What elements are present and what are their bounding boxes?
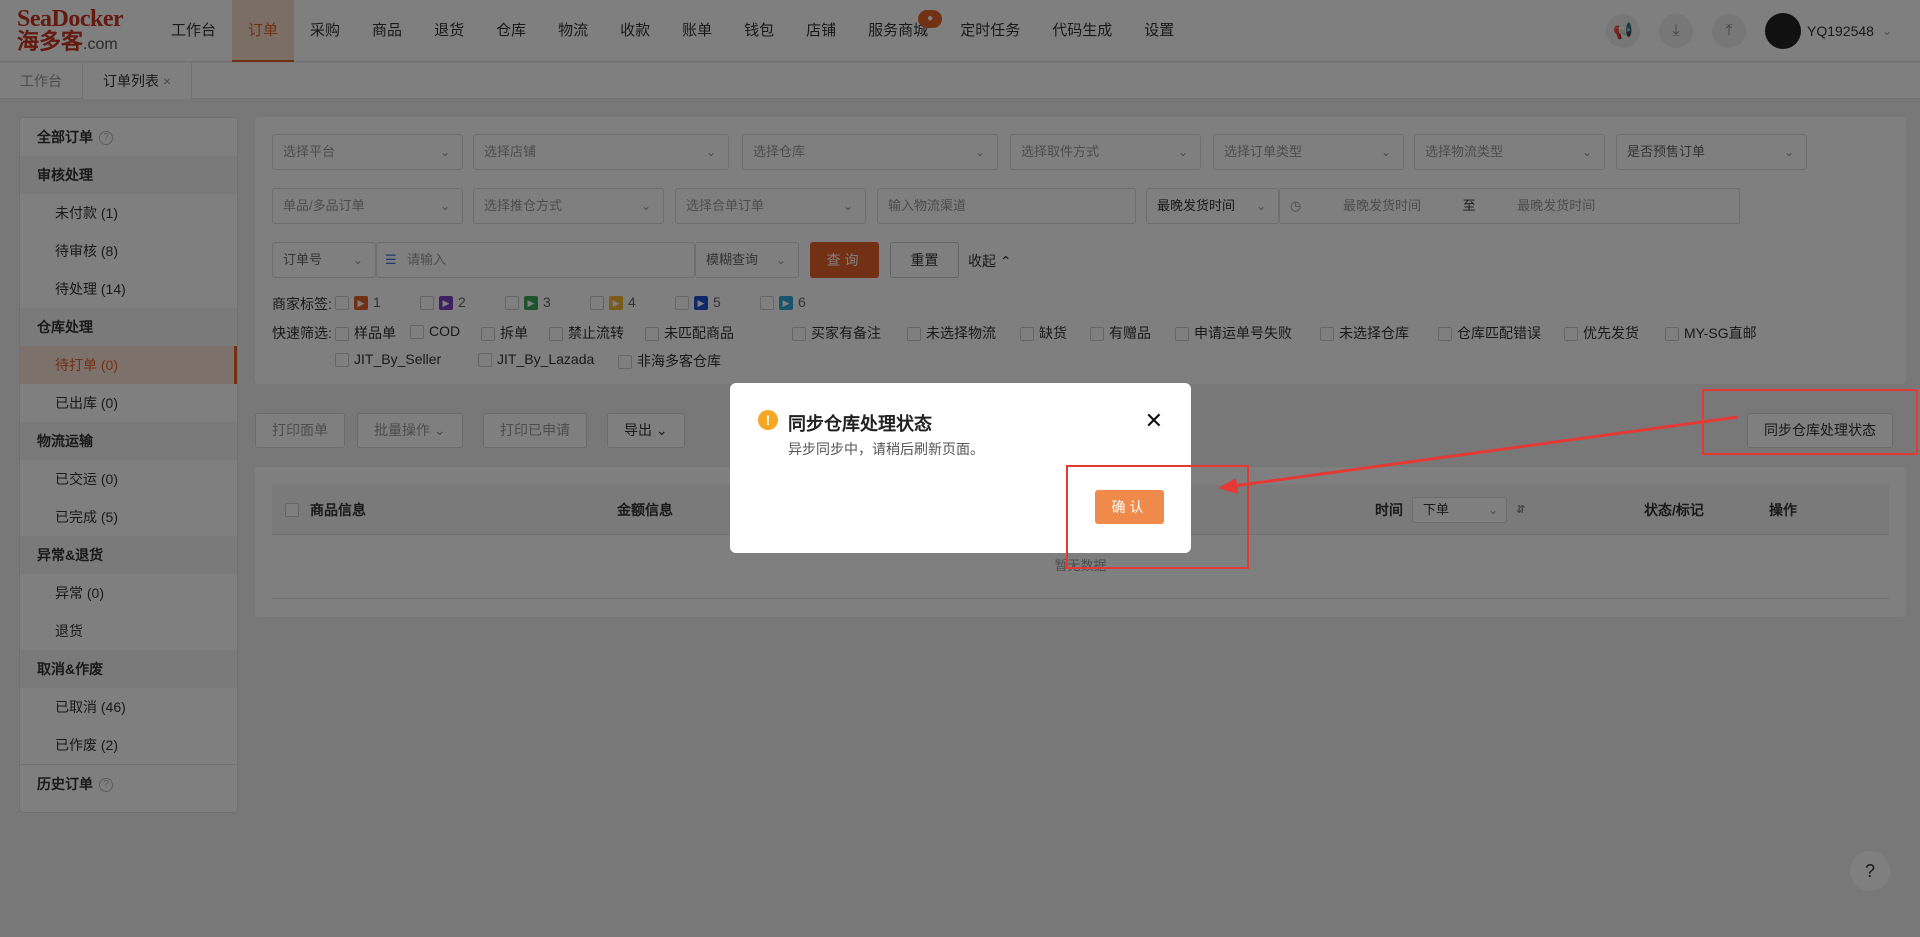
annotation-arrow xyxy=(1218,415,1739,494)
